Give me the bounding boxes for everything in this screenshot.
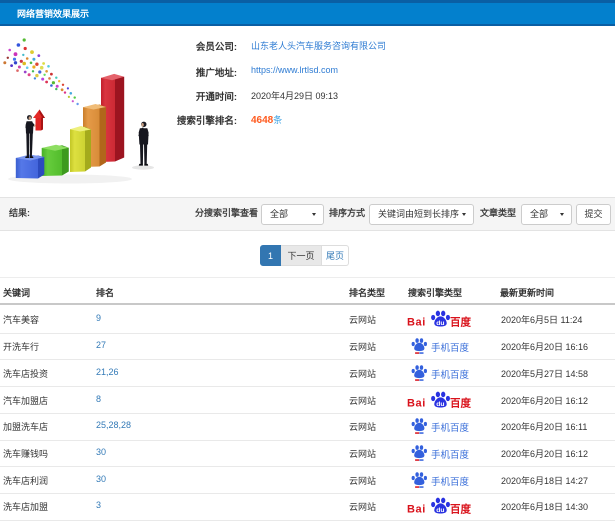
svg-text:百度: 百度	[450, 397, 471, 410]
svg-text:Bai: Bai	[407, 317, 426, 329]
svg-text:百度: 百度	[450, 503, 471, 516]
svg-text:du: du	[436, 320, 444, 327]
svg-text:Bai: Bai	[407, 504, 426, 516]
svg-text:du: du	[436, 401, 444, 408]
svg-text:Bai: Bai	[407, 398, 426, 410]
svg-text:du: du	[436, 507, 444, 514]
svg-text:百度: 百度	[450, 316, 471, 329]
